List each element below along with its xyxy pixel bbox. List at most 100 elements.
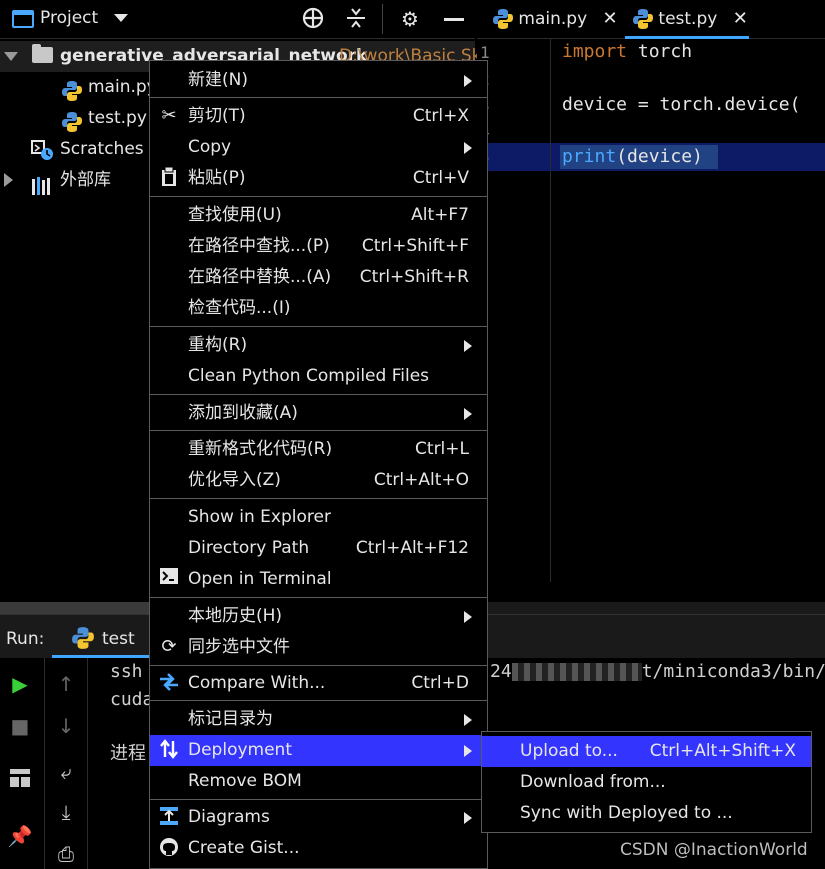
soft-wrap-icon[interactable]: ⤶ <box>52 758 80 786</box>
submenu-arrow-icon <box>464 714 472 726</box>
submenu-item-download[interactable]: Download from... <box>482 767 811 798</box>
project-window-icon <box>12 10 34 28</box>
menu-separator <box>150 326 487 327</box>
code-line-3: device = torch.device( <box>562 94 801 115</box>
tree-item-label: 外部库 <box>60 170 111 190</box>
code-line-1: import torch <box>562 41 692 62</box>
console-text: t/miniconda3/bin/py <box>641 661 825 682</box>
scroll-to-end-icon[interactable]: ⤓ <box>52 798 80 826</box>
console-line: 进程 <box>110 743 146 764</box>
menu-item-label: 优化导入(Z) <box>188 470 281 490</box>
tab-test-py[interactable]: test.py ✕ <box>625 0 749 39</box>
menu-item-label: Deployment <box>188 740 292 760</box>
close-icon[interactable]: ✕ <box>603 8 618 29</box>
menu-item-label: Compare With... <box>188 673 326 693</box>
menu-item-find-in-path[interactable]: 在路径中查找...(P) Ctrl+Shift+F <box>150 231 487 262</box>
print-icon[interactable]: ⎙ <box>52 840 80 868</box>
chevron-down-icon[interactable] <box>113 14 128 22</box>
locate-icon[interactable] <box>300 6 326 36</box>
arrow-down-icon[interactable]: ↓ <box>52 712 80 740</box>
run-icon[interactable]: ▶ <box>6 670 34 698</box>
submenu-arrow-icon <box>464 142 472 154</box>
menu-item-diagrams[interactable]: Diagrams <box>150 802 487 833</box>
menu-separator <box>150 498 487 499</box>
menu-item-paste[interactable]: 粘贴(P) Ctrl+V <box>150 163 487 194</box>
menu-separator <box>150 799 487 800</box>
gear-icon[interactable]: ⚙ <box>397 6 423 32</box>
menu-item-deployment[interactable]: Deployment <box>150 735 487 766</box>
menu-item-show-in-explorer[interactable]: Show in Explorer <box>150 502 487 533</box>
stop-icon[interactable]: ■ <box>6 712 34 740</box>
code-editor[interactable] <box>477 39 825 602</box>
menu-item-find-usages[interactable]: 查找使用(U) Alt+F7 <box>150 200 487 231</box>
menu-item-label: Remove BOM <box>188 771 302 791</box>
menu-item-inspect-code[interactable]: 检查代码...(I) <box>150 293 487 324</box>
menu-item-compare-with[interactable]: Compare With... Ctrl+D <box>150 668 487 699</box>
header-divider <box>382 4 383 34</box>
menu-item-label: 粘贴(P) <box>188 168 246 188</box>
submenu-arrow-icon <box>464 75 472 87</box>
expand-arrow-icon[interactable] <box>4 165 13 196</box>
project-title[interactable]: Project <box>40 8 128 28</box>
deployment-submenu: Upload to... Ctrl+Alt+Shift+X Download fr… <box>481 731 812 833</box>
menu-item-label: 检查代码...(I) <box>188 298 291 318</box>
project-title-label: Project <box>40 8 99 28</box>
menu-separator <box>150 430 487 431</box>
menu-item-clean-compiled[interactable]: Clean Python Compiled Files <box>150 361 487 392</box>
python-file-icon <box>493 9 513 29</box>
menu-item-shortcut: Ctrl+Alt+O <box>373 470 469 490</box>
menu-item-label: 本地历史(H) <box>188 606 283 626</box>
menu-item-label: Clean Python Compiled Files <box>188 366 430 386</box>
menu-item-replace-in-path[interactable]: 在路径中替换...(A) Ctrl+Shift+R <box>150 262 487 293</box>
collapse-all-icon[interactable] <box>343 6 369 36</box>
menu-item-sync-selected[interactable]: ⟳ 同步选中文件 <box>150 632 487 663</box>
menu-item-mark-directory[interactable]: 标记目录为 <box>150 704 487 735</box>
layout-icon[interactable] <box>6 766 34 794</box>
menu-item-refactor[interactable]: 重构(R) <box>150 330 487 361</box>
tree-item-label: Scratches a <box>60 139 160 159</box>
menu-item-open-in-terminal[interactable]: Open in Terminal <box>150 564 487 595</box>
menu-item-label: Copy <box>188 137 232 157</box>
menu-item-shortcut: Ctrl+Shift+F <box>361 236 469 256</box>
menu-item-label: Directory Path <box>188 538 310 558</box>
code-text: torch <box>627 41 693 62</box>
menu-item-label: Diagrams <box>188 807 270 827</box>
menu-item-copy[interactable]: Copy <box>150 132 487 163</box>
menu-item-shortcut: Ctrl+D <box>411 673 469 693</box>
menu-item-new[interactable]: 新建(N) <box>150 65 487 96</box>
panel-splitter-right <box>487 602 825 614</box>
tab-main-py[interactable]: main.py ✕ <box>485 0 618 39</box>
python-file-icon <box>633 9 653 29</box>
menu-item-local-history[interactable]: 本地历史(H) <box>150 601 487 632</box>
menu-item-add-to-favorites[interactable]: 添加到收藏(A) <box>150 398 487 429</box>
submenu-item-upload[interactable]: Upload to... Ctrl+Alt+Shift+X <box>482 736 811 767</box>
menu-item-reformat-code[interactable]: 重新格式化代码(R) Ctrl+L <box>150 434 487 465</box>
console-line: ssh <box>110 661 143 682</box>
menu-separator <box>150 196 487 197</box>
submenu-arrow-icon <box>464 745 472 757</box>
menu-item-directory-path[interactable]: Directory Path Ctrl+Alt+F12 <box>150 533 487 564</box>
compare-icon <box>158 672 180 694</box>
menu-item-label: 添加到收藏(A) <box>188 403 298 423</box>
minimize-icon[interactable] <box>444 18 464 21</box>
menu-item-label: Upload to... <box>520 741 618 761</box>
tree-item-label: main.py <box>88 77 157 97</box>
menu-item-label: Download from... <box>520 772 666 792</box>
close-icon[interactable]: ✕ <box>733 8 748 29</box>
panel-splitter[interactable] <box>0 602 150 614</box>
menu-item-label: 重新格式化代码(R) <box>188 439 333 459</box>
menu-item-optimize-imports[interactable]: 优化导入(Z) Ctrl+Alt+O <box>150 465 487 496</box>
expand-arrow-icon[interactable] <box>4 41 18 72</box>
code-line-5: print(device) <box>562 146 703 167</box>
menu-item-label: Sync with Deployed to ... <box>520 803 733 823</box>
arrow-up-icon[interactable]: ↑ <box>52 670 80 698</box>
console-line: 24 t/miniconda3/bin/py <box>490 661 825 682</box>
pin-icon[interactable]: 📌 <box>6 822 34 850</box>
menu-item-label: 剪切(T) <box>188 106 246 126</box>
menu-item-cut[interactable]: ✂ 剪切(T) Ctrl+X <box>150 101 487 132</box>
submenu-item-sync[interactable]: Sync with Deployed to ... <box>482 798 811 829</box>
code-keyword: import <box>562 41 628 62</box>
menu-separator <box>150 700 487 701</box>
menu-item-remove-bom[interactable]: Remove BOM <box>150 766 487 797</box>
menu-item-create-gist[interactable]: Create Gist... <box>150 833 487 864</box>
